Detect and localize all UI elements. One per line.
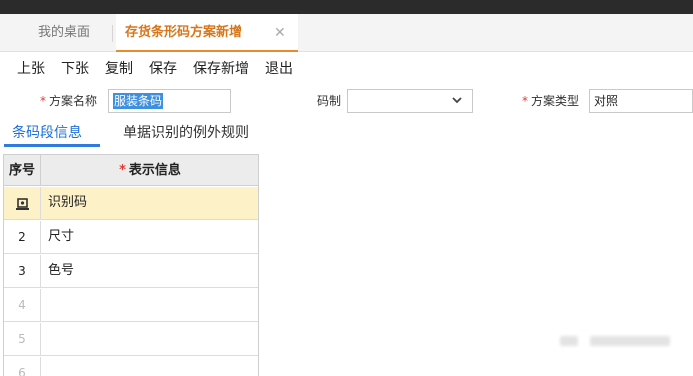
scheme-type-label: * 方案类型 (522, 94, 580, 108)
scheme-name-label: * 方案名称 (40, 94, 98, 108)
expand-row-icon[interactable] (15, 196, 30, 211)
row-number-cell: 2 (4, 221, 41, 254)
exit-button[interactable]: 退出 (265, 58, 293, 78)
row-number-cell: 6 (4, 357, 41, 376)
scheme-name-input[interactable]: 服装条码 (108, 89, 231, 113)
window-top-bar (0, 0, 693, 14)
tab-barcode-scheme-new[interactable]: 存货条形码方案新增 ✕ (116, 14, 298, 53)
sub-tab-bar: 条码段信息 单据识别的例外规则 (0, 118, 693, 150)
chevron-down-icon (452, 97, 462, 104)
info-cell[interactable]: 色号 (48, 255, 74, 288)
info-cell[interactable]: 尺寸 (48, 221, 74, 254)
tab-my-desktop[interactable]: 我的桌面 (38, 14, 90, 52)
close-icon[interactable]: ✕ (274, 14, 286, 52)
required-mark: * (522, 94, 528, 108)
tab-document-exception-rules[interactable]: 单据识别的例外规则 (123, 122, 249, 142)
column-header-no[interactable]: 序号 (4, 155, 41, 186)
required-mark: * (40, 94, 46, 108)
row-number-cell: 3 (4, 255, 41, 288)
codec-label: 码制 (317, 94, 342, 108)
save-and-new-button[interactable]: 保存新增 (193, 58, 249, 78)
grid-header: 序号 * 表示信息 (4, 155, 258, 186)
prev-button[interactable]: 上张 (17, 58, 45, 78)
table-row[interactable]: 3 色号 (4, 255, 258, 288)
active-tab-indicator (4, 144, 100, 147)
tab-divider (112, 25, 113, 42)
table-row[interactable]: 2 尺寸 (4, 221, 258, 254)
row-number-cell: 5 (4, 323, 41, 356)
table-row[interactable]: 6 (4, 357, 258, 376)
copy-button[interactable]: 复制 (105, 58, 133, 78)
blurred-watermark (590, 336, 670, 346)
toolbar: 上张 下张 复制 保存 保存新增 退出 (0, 52, 693, 82)
tab-label: 存货条形码方案新增 (125, 25, 243, 40)
table-row[interactable]: 识别码 (4, 187, 258, 220)
codec-select[interactable] (347, 89, 473, 113)
next-button[interactable]: 下张 (61, 58, 89, 78)
blurred-watermark (560, 336, 578, 346)
tab-bar: 我的桌面 存货条形码方案新增 ✕ (0, 14, 693, 53)
row-number-cell: 4 (4, 289, 41, 322)
row-number-cell[interactable] (4, 187, 41, 220)
tab-barcode-segment-info[interactable]: 条码段信息 (12, 122, 82, 142)
scheme-name-value: 服装条码 (113, 93, 164, 109)
table-row[interactable]: 4 (4, 289, 258, 322)
form-row: * 方案名称 服装条码 码制 * 方案类型 对照 (0, 86, 693, 116)
column-header-info[interactable]: * 表示信息 (42, 155, 258, 186)
save-button[interactable]: 保存 (149, 58, 177, 78)
required-mark: * (119, 163, 126, 178)
segment-grid: 序号 * 表示信息 识别码 2 尺寸 3 色号 4 5 6 (3, 154, 259, 376)
info-cell[interactable]: 识别码 (48, 187, 87, 220)
scheme-type-value: 对照 (594, 94, 619, 108)
table-row[interactable]: 5 (4, 323, 258, 356)
scheme-type-input[interactable]: 对照 (589, 89, 693, 113)
